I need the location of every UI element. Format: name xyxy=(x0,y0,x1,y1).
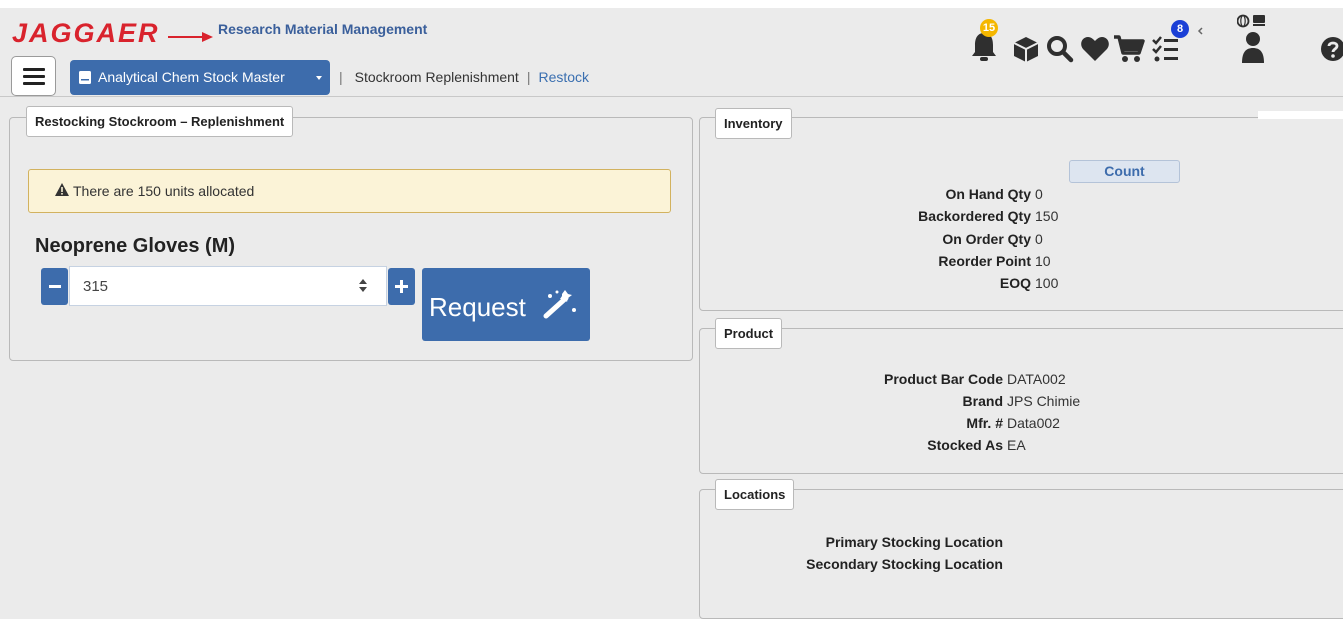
increment-button[interactable] xyxy=(388,268,415,305)
stock-selector-dropdown[interactable]: Analytical Chem Stock Master xyxy=(70,60,330,95)
product-name: Neoprene Gloves (M) xyxy=(35,235,236,257)
inventory-value: 100 xyxy=(1035,275,1059,291)
breadcrumb-separator: | xyxy=(526,69,531,85)
request-button-label: Request xyxy=(429,292,526,322)
location-label: Primary Stocking Location xyxy=(825,534,1003,550)
breadcrumb-page: Stockroom Replenishment xyxy=(354,69,519,85)
inventory-label: On Hand Qty xyxy=(945,186,1031,202)
tasks-badge: 8 xyxy=(1171,20,1189,38)
tasks-list-icon[interactable] xyxy=(1152,35,1182,63)
product-panel-title: Product xyxy=(715,318,783,349)
heart-icon[interactable] xyxy=(1080,36,1110,62)
product-label: Stocked As xyxy=(927,437,1003,453)
product-label: Product Bar Code xyxy=(883,371,1003,387)
breadcrumb: | Stockroom Replenishment | Restock xyxy=(339,69,589,85)
breadcrumb-restock-link[interactable]: Restock xyxy=(538,69,589,85)
quantity-spinner[interactable] xyxy=(359,279,367,295)
magic-wand-icon xyxy=(543,290,576,319)
globe-language-icon[interactable] xyxy=(1237,14,1267,28)
product-label: Mfr. # xyxy=(966,415,1003,431)
decrement-button[interactable] xyxy=(41,268,68,305)
inventory-value: 0 xyxy=(1035,186,1043,202)
inventory-value: 0 xyxy=(1035,231,1043,247)
chevron-left-icon[interactable] xyxy=(1196,27,1204,35)
allocation-alert: There are 150 units allocated xyxy=(28,169,671,213)
product-value: Data002 xyxy=(1007,415,1060,431)
product-label: Brand xyxy=(962,393,1003,409)
search-icon[interactable] xyxy=(1046,35,1074,63)
quantity-input[interactable] xyxy=(69,266,387,306)
count-button[interactable]: Count xyxy=(1069,160,1180,183)
jaggaer-logo[interactable]: JAGGAER xyxy=(12,18,160,49)
inventory-label: On Order Qty xyxy=(942,231,1031,247)
request-button[interactable]: Request xyxy=(422,268,590,341)
product-value: EA xyxy=(1007,437,1026,453)
app-title: Research Material Management xyxy=(218,21,428,37)
inventory-value: 150 xyxy=(1035,208,1059,224)
cube-icon[interactable] xyxy=(1012,35,1040,63)
locations-panel-title: Locations xyxy=(715,479,795,510)
main-menu-button[interactable] xyxy=(11,56,56,96)
inventory-value: 10 xyxy=(1035,253,1051,269)
breadcrumb-separator: | xyxy=(339,69,343,85)
inventory-label: Backordered Qty xyxy=(918,208,1031,224)
top-strip xyxy=(0,0,1343,8)
book-icon xyxy=(79,71,91,84)
restock-panel-title: Restocking Stockroom – Replenishment xyxy=(26,106,294,137)
product-value: JPS Chimie xyxy=(1007,393,1081,409)
notifications-badge: 15 xyxy=(980,19,998,37)
cart-icon[interactable] xyxy=(1113,34,1145,64)
inventory-label: EOQ xyxy=(999,275,1031,291)
warning-icon xyxy=(55,183,69,196)
stock-selector-label: Analytical Chem Stock Master xyxy=(98,69,285,85)
location-label: Secondary Stocking Location xyxy=(806,556,1003,572)
logo-arrow-icon xyxy=(168,32,213,42)
help-icon[interactable] xyxy=(1320,36,1343,62)
user-icon[interactable] xyxy=(1240,30,1266,64)
panel-edge xyxy=(1258,111,1343,119)
inventory-label: Reorder Point xyxy=(938,253,1031,269)
product-value: DATA002 xyxy=(1007,371,1066,387)
alert-text: There are 150 units allocated xyxy=(73,183,255,199)
minus-icon xyxy=(49,285,61,288)
locations-panel xyxy=(699,489,1343,619)
inventory-panel-title: Inventory xyxy=(715,108,792,139)
chevron-down-icon xyxy=(316,76,322,80)
app-header: JAGGAER Research Material Management 15 xyxy=(0,8,1343,97)
